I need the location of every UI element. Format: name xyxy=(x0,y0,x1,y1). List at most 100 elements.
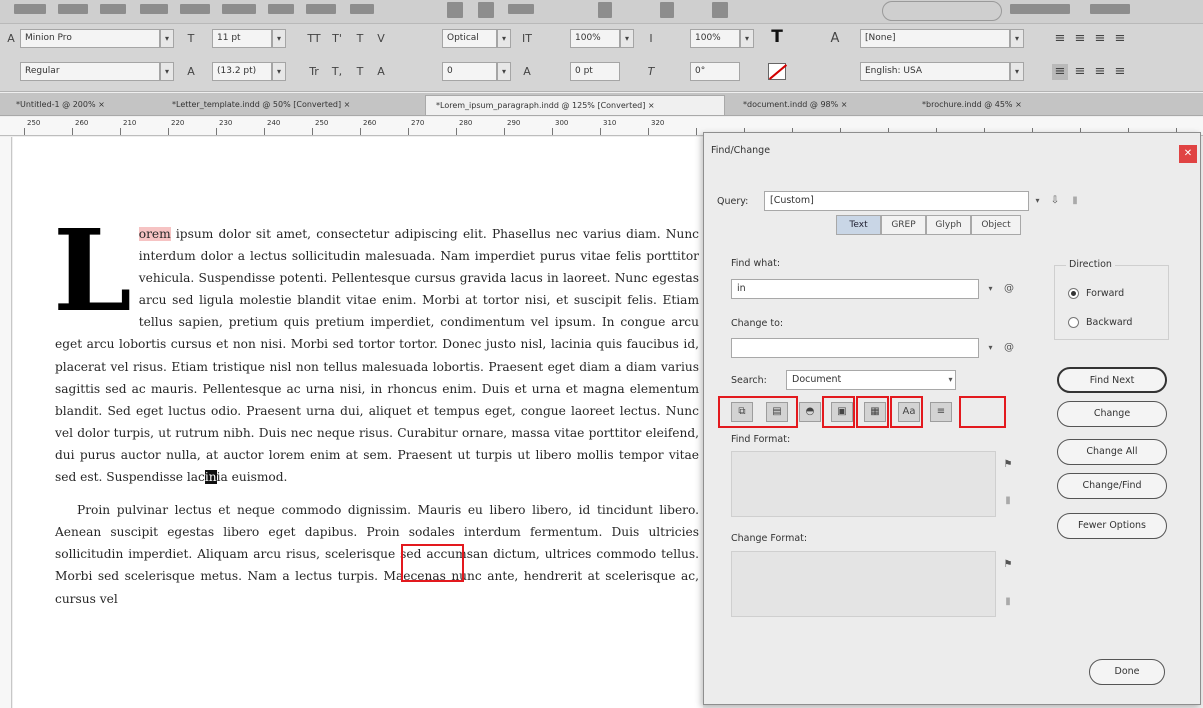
menu-item-placeholder[interactable] xyxy=(222,4,256,14)
align-left-icon[interactable]: ≡ xyxy=(1052,31,1068,47)
small-caps-icon[interactable]: Tr xyxy=(305,62,323,81)
vertical-scale-field[interactable]: 100% xyxy=(570,29,620,48)
font-size-field[interactable]: 11 pt xyxy=(212,29,272,48)
kerning-field[interactable]: Optical xyxy=(442,29,497,48)
align-away-icon[interactable]: ≡ xyxy=(1112,31,1128,47)
subscript-icon[interactable]: T, xyxy=(328,62,346,81)
fill-color-icon[interactable]: T xyxy=(768,28,786,47)
tab-document-3[interactable]: *Lorem_ipsum_paragraph.indd @ 125% [Conv… xyxy=(425,95,725,115)
menu-item-placeholder[interactable] xyxy=(14,4,46,14)
search-scope-select[interactable]: Document xyxy=(786,370,956,390)
cs-live-button[interactable] xyxy=(1090,4,1130,14)
direction-forward-radio[interactable] xyxy=(1068,288,1079,299)
tab-document-1[interactable]: *Untitled-1 @ 200% × xyxy=(6,95,156,115)
menu-item-placeholder[interactable] xyxy=(140,4,168,14)
view-options-icon[interactable] xyxy=(598,2,612,18)
done-button[interactable]: Done xyxy=(1089,659,1165,685)
character-formatting-icon[interactable]: A xyxy=(2,29,20,48)
character-style-field[interactable]: [None] xyxy=(860,29,1010,48)
bridge-icon[interactable] xyxy=(447,2,463,18)
language-dropdown[interactable]: ▾ xyxy=(1010,62,1024,81)
menu-item-placeholder[interactable] xyxy=(306,4,336,14)
arrange-documents-icon[interactable] xyxy=(712,2,728,18)
clear-format-icon[interactable]: ▮ xyxy=(1001,596,1015,607)
justify-center-icon[interactable]: ≡ xyxy=(1072,64,1088,80)
tracking-field[interactable]: 0 xyxy=(442,62,497,81)
justify-left-icon[interactable]: ≡ xyxy=(1052,64,1068,80)
tab-text[interactable]: Text xyxy=(836,215,881,235)
tracking-dropdown[interactable]: ▾ xyxy=(497,62,511,81)
baseline-shift-field[interactable]: 0 pt xyxy=(570,62,620,81)
workspace-switcher[interactable] xyxy=(882,1,1002,21)
change-all-button[interactable]: Change All xyxy=(1057,439,1167,465)
change-find-button[interactable]: Change/Find xyxy=(1057,473,1167,499)
minibridge-icon[interactable] xyxy=(478,2,494,18)
justify-right-icon[interactable]: ≡ xyxy=(1092,64,1108,80)
font-style-dropdown[interactable]: ▾ xyxy=(160,62,174,81)
chevron-down-icon[interactable]: ▾ xyxy=(944,370,957,390)
align-center-icon[interactable]: ≡ xyxy=(1072,31,1088,47)
vertical-scale-dropdown[interactable]: ▾ xyxy=(620,29,634,48)
horizontal-scale-field[interactable]: 100% xyxy=(690,29,740,48)
zoom-level-field[interactable] xyxy=(508,4,534,14)
strikethrough-icon[interactable]: T xyxy=(351,62,369,81)
change-to-field[interactable] xyxy=(731,338,979,358)
find-next-button[interactable]: Find Next xyxy=(1057,367,1167,393)
save-query-icon[interactable]: ⇩ xyxy=(1048,195,1062,206)
special-characters-icon[interactable]: @ xyxy=(1002,342,1016,353)
change-to-dropdown[interactable]: ▾ xyxy=(984,338,997,358)
justify-all-icon[interactable]: ≡ xyxy=(1112,64,1128,80)
font-family-field[interactable]: Minion Pro xyxy=(20,29,160,48)
specify-format-icon[interactable]: ⚑ xyxy=(1001,459,1015,470)
menu-item-placeholder[interactable] xyxy=(58,4,88,14)
close-icon[interactable]: ✕ xyxy=(1179,145,1197,163)
kerning-dropdown[interactable]: ▾ xyxy=(497,29,511,48)
underline-icon[interactable]: T xyxy=(351,29,369,48)
font-family-dropdown[interactable]: ▾ xyxy=(160,29,174,48)
tab-document-5[interactable]: *brochure.indd @ 45% × xyxy=(912,95,1072,115)
find-format-box[interactable] xyxy=(731,451,996,517)
fewer-options-button[interactable]: Fewer Options xyxy=(1057,513,1167,539)
tab-grep[interactable]: GREP xyxy=(881,215,926,235)
tab-document-4[interactable]: *document.indd @ 98% × xyxy=(733,95,903,115)
direction-backward-label[interactable]: Backward xyxy=(1086,317,1132,328)
all-caps-icon[interactable]: TT xyxy=(305,29,323,48)
leading-dropdown[interactable]: ▾ xyxy=(272,62,286,81)
find-what-field[interactable]: in xyxy=(731,279,979,299)
horizontal-scale-dropdown[interactable]: ▾ xyxy=(740,29,754,48)
whole-word-icon[interactable]: ≡ xyxy=(930,402,952,422)
query-select[interactable]: [Custom] xyxy=(764,191,1029,211)
clear-format-icon[interactable]: ▮ xyxy=(1001,495,1015,506)
screen-mode-icon[interactable] xyxy=(660,2,674,18)
direction-backward-radio[interactable] xyxy=(1068,317,1079,328)
menu-item-placeholder[interactable] xyxy=(100,4,126,14)
text-frame[interactable]: L orem ipsum dolor sit amet, consectetur… xyxy=(53,216,699,610)
tab-document-2[interactable]: *Letter_template.indd @ 50% [Converted] … xyxy=(162,95,417,115)
find-what-dropdown[interactable]: ▾ xyxy=(984,279,997,299)
font-style-field[interactable]: Regular xyxy=(20,62,160,81)
chevron-down-icon[interactable]: ▾ xyxy=(1031,191,1044,211)
font-size-dropdown[interactable]: ▾ xyxy=(272,29,286,48)
specify-format-icon[interactable]: ⚑ xyxy=(1001,559,1015,570)
delete-query-icon[interactable]: ▮ xyxy=(1068,195,1082,206)
align-right-icon[interactable]: ≡ xyxy=(1092,31,1108,47)
direction-forward-label[interactable]: Forward xyxy=(1086,288,1124,299)
tab-glyph[interactable]: Glyph xyxy=(926,215,971,235)
hidden-layers-icon[interactable]: ◓ xyxy=(799,402,821,422)
stroke-none-swatch[interactable] xyxy=(768,63,786,80)
language-field[interactable]: English: USA xyxy=(860,62,1010,81)
special-characters-icon[interactable]: @ xyxy=(1002,283,1016,294)
character-style-dropdown[interactable]: ▾ xyxy=(1010,29,1024,48)
menu-item-placeholder[interactable] xyxy=(180,4,210,14)
tab-object[interactable]: Object xyxy=(971,215,1021,235)
annotation-box xyxy=(856,396,889,428)
superscript-icon[interactable]: T' xyxy=(328,29,346,48)
change-button[interactable]: Change xyxy=(1057,401,1167,427)
menu-item-placeholder[interactable] xyxy=(350,4,374,14)
leading-field[interactable]: (13.2 pt) xyxy=(212,62,272,81)
document-page[interactable]: L orem ipsum dolor sit amet, consectetur… xyxy=(13,137,703,708)
search-field[interactable] xyxy=(1010,4,1070,14)
skew-field[interactable]: 0° xyxy=(690,62,740,81)
change-format-box[interactable] xyxy=(731,551,996,617)
menu-item-placeholder[interactable] xyxy=(268,4,294,14)
